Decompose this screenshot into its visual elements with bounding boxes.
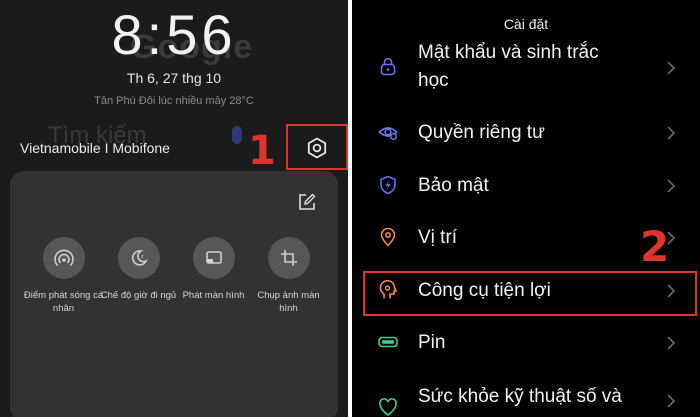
ghost-mic-icon xyxy=(232,126,242,144)
edit-icon[interactable] xyxy=(298,193,316,211)
tile-label: Phát màn hình xyxy=(182,290,245,301)
step-number-2: 2 xyxy=(640,222,670,271)
settings-item-label: Quyền riêng tư xyxy=(418,122,545,143)
carrier-label: Vietnamobile I Mobifone xyxy=(20,140,170,156)
cast-icon xyxy=(205,251,222,264)
chevron-right-icon xyxy=(667,336,676,350)
bedtime-icon: z xyxy=(131,250,148,266)
settings-item-label: Sức khỏe kỹ thuật số và xyxy=(418,386,622,407)
chevron-right-icon xyxy=(667,394,676,408)
chevron-right-icon xyxy=(667,126,676,140)
lockscreen-panel: Google 8:56 Th 6, 27 thg 10 Tân Phú Đôi … xyxy=(0,0,348,417)
shield-icon xyxy=(380,175,396,195)
tile-hotspot[interactable]: Điểm phát sóng cá nhân xyxy=(23,237,104,315)
clock: 8:56 xyxy=(111,3,237,66)
settings-item-digital-wellbeing[interactable]: Sức khỏe kỹ thuật số và xyxy=(352,383,700,417)
lock-icon xyxy=(380,57,396,76)
highlight-box-convenience-tools xyxy=(363,271,697,316)
screenshot-icon xyxy=(280,250,297,266)
page-title: Cài đặt xyxy=(503,16,549,32)
tile-label: Điểm phát sóng cá nhân xyxy=(23,290,104,314)
settings-item-privacy[interactable]: Quyền riêng tư xyxy=(352,119,700,147)
settings-item-label: Bảo mật xyxy=(418,175,489,196)
settings-gear-icon[interactable] xyxy=(305,136,329,160)
settings-item-security[interactable]: Bảo mật xyxy=(352,172,700,200)
tile-label: Chụp ảnh màn hình xyxy=(257,290,320,314)
battery-icon xyxy=(378,336,398,348)
hotspot-icon xyxy=(53,249,74,267)
settings-item-battery[interactable]: Pin xyxy=(352,329,700,357)
svg-text:z: z xyxy=(141,254,144,260)
step-number-1: 1 xyxy=(248,128,276,174)
date-label: Th 6, 27 thg 10 xyxy=(126,70,222,86)
settings-panel: Cài đặt Mật khẩu và sinh trắc học Quyền … xyxy=(352,0,700,417)
weather-label: Tân Phú Đôi lúc nhiều mây 28°C xyxy=(94,95,254,107)
chevron-right-icon xyxy=(667,179,676,193)
digital-wellbeing-icon xyxy=(379,398,397,417)
privacy-icon xyxy=(378,127,398,140)
tile-label: Chế độ giờ đi ngủ xyxy=(100,290,177,301)
location-icon xyxy=(380,227,396,247)
settings-item-label-cont: học xyxy=(418,70,449,91)
settings-item-label: Vị trí xyxy=(418,227,458,248)
tile-cast[interactable]: Phát màn hình xyxy=(176,237,251,315)
quick-settings-panel: Điểm phát sóng cá nhân z Chế độ giờ đi n… xyxy=(10,171,338,417)
tile-bedtime[interactable]: z Chế độ giờ đi ngủ xyxy=(101,237,176,315)
chevron-right-icon xyxy=(667,61,676,75)
settings-item-label: Mật khẩu và sinh trắc xyxy=(418,42,599,63)
tile-screenshot[interactable]: Chụp ảnh màn hình xyxy=(251,237,326,315)
settings-item-label: Pin xyxy=(418,332,446,353)
settings-item-password[interactable]: Mật khẩu và sinh trắc học xyxy=(352,38,700,98)
